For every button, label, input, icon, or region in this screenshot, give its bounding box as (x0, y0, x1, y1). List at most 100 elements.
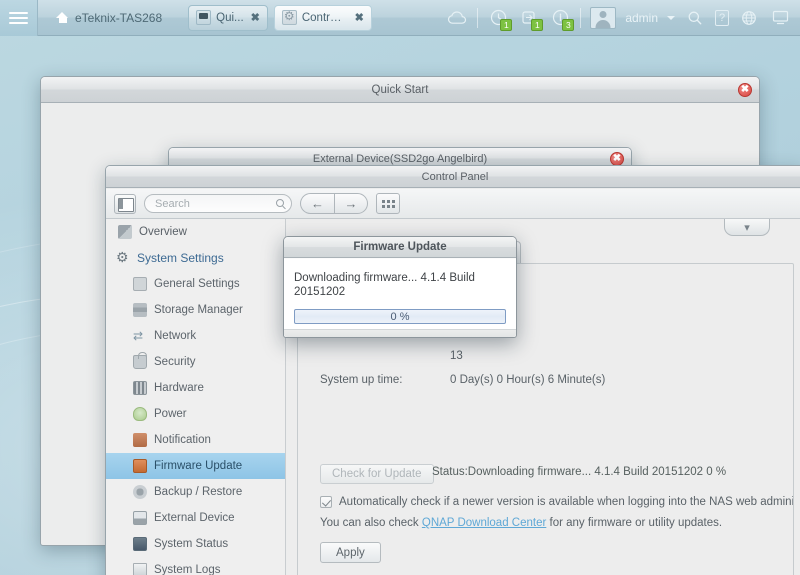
monitor-icon[interactable] (769, 7, 791, 29)
apply-button[interactable]: Apply (320, 542, 381, 563)
search-icon[interactable] (684, 7, 706, 29)
sidebar-item-overview[interactable]: Overview (106, 219, 285, 245)
globe-icon[interactable] (738, 7, 760, 29)
hamburger-icon[interactable] (0, 0, 38, 36)
quick-start-close-icon[interactable]: ✖ (738, 82, 752, 97)
storage-manager-icon (133, 303, 147, 317)
home-icon (56, 11, 69, 24)
network-icon (133, 329, 147, 343)
download-progress-label: 0 % (390, 310, 410, 323)
power-bulb-icon (133, 407, 147, 421)
sidebar-item-external-device[interactable]: External Device (106, 505, 285, 531)
download-progress-bar: 0 % (294, 309, 506, 324)
auto-check-checkbox[interactable] (320, 496, 332, 508)
top-bar-right-cluster: 1 1 3 admin ? (446, 6, 800, 31)
back-button[interactable]: ← (300, 193, 334, 214)
sidebar-item-label: System Logs (154, 564, 221, 575)
window-tab-label: Control Pa... (301, 11, 348, 24)
help-icon[interactable]: ? (715, 9, 729, 26)
sidebar-item-label: Firmware Update (154, 460, 243, 472)
general-settings-icon (133, 277, 147, 291)
panel-toggle-icon[interactable] (114, 193, 136, 214)
sidebar-item-label: General Settings (154, 278, 240, 290)
window-tab-list[interactable]: Qui... ✖ Control Pa... ✖ (188, 4, 372, 31)
home-breadcrumb[interactable]: eTeknix-TAS268 (48, 8, 170, 28)
sidebar-item-system-status[interactable]: System Status (106, 531, 285, 557)
qnap-download-center-link[interactable]: QNAP Download Center (422, 517, 546, 529)
divider (580, 7, 582, 28)
window-tab-close-icon[interactable]: ✖ (355, 11, 364, 24)
sidebar-item-security[interactable]: Security (106, 349, 285, 375)
cloud-icon[interactable] (446, 7, 468, 29)
control-panel-title: Control Panel (421, 170, 489, 183)
sidebar-item-label: Storage Manager (154, 304, 243, 316)
sidebar-item-firmware-update[interactable]: Firmware Update (106, 453, 285, 479)
check-for-update-button[interactable]: Check for Update (320, 464, 434, 484)
security-lock-icon (133, 352, 147, 369)
sidebar-item-system-settings[interactable]: System Settings (106, 245, 285, 271)
divider (477, 7, 479, 28)
sidebar-item-power[interactable]: Power (106, 401, 285, 427)
firmware-dialog-footer (284, 329, 516, 337)
username-label[interactable]: admin (625, 11, 658, 25)
forward-button[interactable]: → (334, 193, 368, 214)
overview-icon (118, 225, 132, 239)
firmware-version-value: 13 (450, 350, 463, 362)
system-status-icon (133, 537, 147, 551)
info-notification-icon[interactable]: 3 (549, 7, 575, 31)
apps-grid-icon[interactable] (376, 193, 400, 214)
system-logs-icon (133, 563, 147, 575)
sidebar-item-general-settings[interactable]: General Settings (106, 271, 285, 297)
sidebar-item-network[interactable]: Network (106, 323, 285, 349)
background-task-icon[interactable]: 1 (487, 7, 513, 31)
control-panel-sidebar[interactable]: Overview System Settings General Settings S… (106, 219, 286, 575)
sidebar-item-label: System Settings (137, 251, 224, 265)
sidebar-item-label: System Status (154, 538, 229, 550)
sidebar-item-backup-restore[interactable]: Backup / Restore (106, 479, 285, 505)
sidebar-item-notification[interactable]: Notification (106, 427, 285, 453)
auto-check-label: Automatically check if a newer version i… (339, 496, 794, 508)
download-center-row: You can also check QNAP Download Center … (320, 517, 722, 529)
sidebar-item-system-logs[interactable]: System Logs (106, 557, 285, 575)
sidebar-item-label: Power (154, 408, 187, 420)
firmware-dialog-body: Downloading firmware... 4.1.4 Build 2015… (284, 259, 516, 329)
window-tab-close-icon[interactable]: ✖ (251, 11, 260, 24)
sidebar-item-label: Overview (139, 226, 187, 238)
avatar[interactable] (590, 6, 617, 29)
external-device-close-icon[interactable]: ✖ (610, 151, 624, 166)
external-device-badge: 1 (531, 18, 544, 31)
quickstart-icon (196, 10, 212, 25)
external-device-title: External Device(SSD2go Angelbird) (312, 152, 488, 165)
search-box[interactable] (144, 194, 292, 213)
sidebar-item-label: External Device (154, 512, 235, 524)
sidebar-item-label: Notification (154, 434, 211, 446)
backup-restore-icon (133, 485, 147, 499)
system-uptime-label: System up time: (320, 374, 403, 386)
firmware-dialog-title: Firmware Update (353, 241, 447, 253)
auto-check-row[interactable]: Automatically check if a newer version i… (320, 496, 794, 508)
control-panel-titlebar[interactable]: Control Panel (106, 166, 800, 188)
search-input[interactable] (153, 196, 271, 211)
sidebar-item-label: Security (154, 356, 196, 368)
system-uptime-value: 0 Day(s) 0 Hour(s) 6 Minute(s) (450, 374, 606, 386)
download-suffix-text: for any firmware or utility updates. (546, 517, 723, 529)
window-tab-control-panel[interactable]: Control Pa... ✖ (273, 4, 372, 31)
info-notification-badge: 3 (562, 18, 575, 31)
desktop: Monday, Ja Quick Start ✖ Welcome to QTS … (0, 0, 800, 575)
firmware-update-dialog[interactable]: Firmware Update Downloading firmware... … (283, 236, 517, 338)
quick-start-titlebar[interactable]: Quick Start ✖ (41, 77, 759, 103)
update-status-text: Status:Downloading firmware... 4.1.4 Bui… (432, 466, 727, 478)
window-tab-quickstart[interactable]: Qui... ✖ (188, 4, 268, 31)
sidebar-item-label: Hardware (154, 382, 204, 394)
nav-button-group: ← → (300, 193, 368, 214)
sidebar-item-hardware[interactable]: Hardware (106, 375, 285, 401)
control-panel-window[interactable]: Control Panel ← → Overview System Setting… (105, 165, 800, 575)
gear-icon (116, 249, 130, 266)
chevron-down-icon[interactable] (667, 15, 675, 20)
external-device-icon[interactable]: 1 (518, 7, 544, 31)
notification-icon (133, 433, 147, 447)
sidebar-item-label: Network (154, 330, 197, 342)
firmware-update-icon (133, 459, 147, 473)
sidebar-item-storage-manager[interactable]: Storage Manager (106, 297, 285, 323)
collapse-panel-button[interactable]: ▾ (724, 219, 770, 236)
